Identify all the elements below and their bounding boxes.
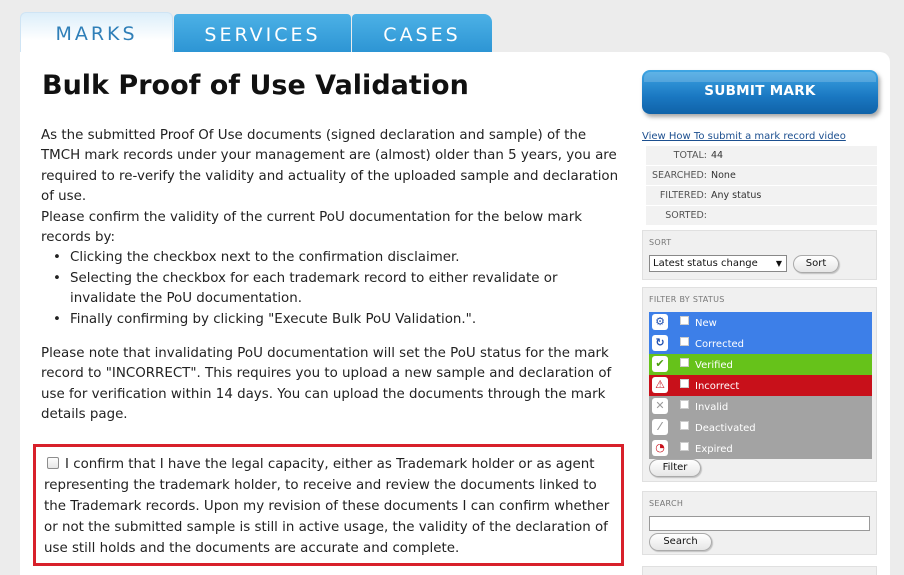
stat-searched: SEARCHED: None [646,166,877,185]
status-checkbox[interactable] [680,337,689,346]
search-button[interactable]: Search [649,533,712,551]
next-panel [642,566,877,575]
dropdown-arrow-icon: ▼ [775,259,782,268]
stats-panel: TOTAL: 44 SEARCHED: None FILTERED: Any stat… [646,146,877,226]
status-checkbox[interactable] [680,421,689,430]
status-label: Invalid [695,402,729,413]
x-icon: ✕ [652,398,668,414]
page-title: Bulk Proof of Use Validation [42,70,469,101]
status-list: ⚙ New ↻ Corrected ✔ Verified ⚠ Incorrect ✕ Invali… [649,312,872,459]
steps-list: Clicking the checkbox next to the confir… [41,248,621,330]
status-filter-incorrect[interactable]: ⚠ Incorrect [649,375,872,396]
sort-selected-value: Latest status change [653,258,758,269]
stat-total: TOTAL: 44 [646,146,877,165]
stat-sorted: SORTED: [646,206,877,225]
sort-panel: SORT Latest status change ▼ Sort [642,230,877,280]
list-item: Clicking the checkbox next to the confir… [41,248,621,269]
slash-icon: ⁄ [652,419,668,435]
status-filter-corrected[interactable]: ↻ Corrected [649,333,872,354]
warning-icon: ⚠ [652,377,668,393]
sort-button[interactable]: Sort [793,255,839,273]
instructions-paragraph: Please confirm the validity of the curre… [41,209,582,246]
status-filter-expired[interactable]: ◔ Expired [649,438,872,459]
clock-icon: ◔ [652,440,668,456]
sort-select[interactable]: Latest status change ▼ [649,255,787,272]
status-label: Verified [695,360,733,371]
list-item: Selecting the checkbox for each trademar… [41,269,621,310]
status-label: Deactivated [695,423,756,434]
search-label: SEARCH [649,499,684,508]
status-filter-invalid[interactable]: ✕ Invalid [649,396,872,417]
checkmark-icon: ✔ [652,356,668,372]
confirmation-checkbox[interactable] [47,457,59,469]
gear-icon: ⚙ [652,314,668,330]
status-checkbox[interactable] [680,442,689,451]
status-checkbox[interactable] [680,379,689,388]
confirmation-box: I confirm that I have the legal capacity… [33,444,624,566]
status-label: Corrected [695,339,744,350]
status-checkbox[interactable] [680,400,689,409]
status-label: Expired [695,444,733,455]
status-label: New [695,318,717,329]
video-link[interactable]: View How To submit a mark record video [642,131,846,142]
list-item: Finally confirming by clicking "Execute … [41,310,621,331]
search-panel: SEARCH Search [642,491,877,555]
filter-button[interactable]: Filter [649,459,701,477]
filter-label: FILTER BY STATUS [649,295,725,304]
filter-panel: FILTER BY STATUS ⚙ New ↻ Corrected ✔ Verified… [642,287,877,482]
instructions: As the submitted Proof Of Use documents … [41,126,621,426]
sort-label: SORT [649,238,672,247]
tab-services[interactable]: SERVICES [174,14,351,52]
status-filter-verified[interactable]: ✔ Verified [649,354,872,375]
search-input[interactable] [649,516,870,531]
intro-paragraph: As the submitted Proof Of Use documents … [41,128,619,205]
status-checkbox[interactable] [680,358,689,367]
status-filter-deactivated[interactable]: ⁄ Deactivated [649,417,872,438]
status-checkbox[interactable] [680,316,689,325]
submit-mark-button[interactable]: SUBMIT MARK [642,70,878,114]
confirmation-text: I confirm that I have the legal capacity… [44,457,610,556]
status-filter-new[interactable]: ⚙ New [649,312,872,333]
status-label: Incorrect [695,381,740,392]
tab-cases[interactable]: CASES [352,14,492,52]
tab-marks[interactable]: MARKS [20,12,173,52]
refresh-icon: ↻ [652,335,668,351]
stat-filtered: FILTERED: Any status [646,186,877,205]
invalidation-note: Please note that invalidating PoU docume… [41,346,612,423]
